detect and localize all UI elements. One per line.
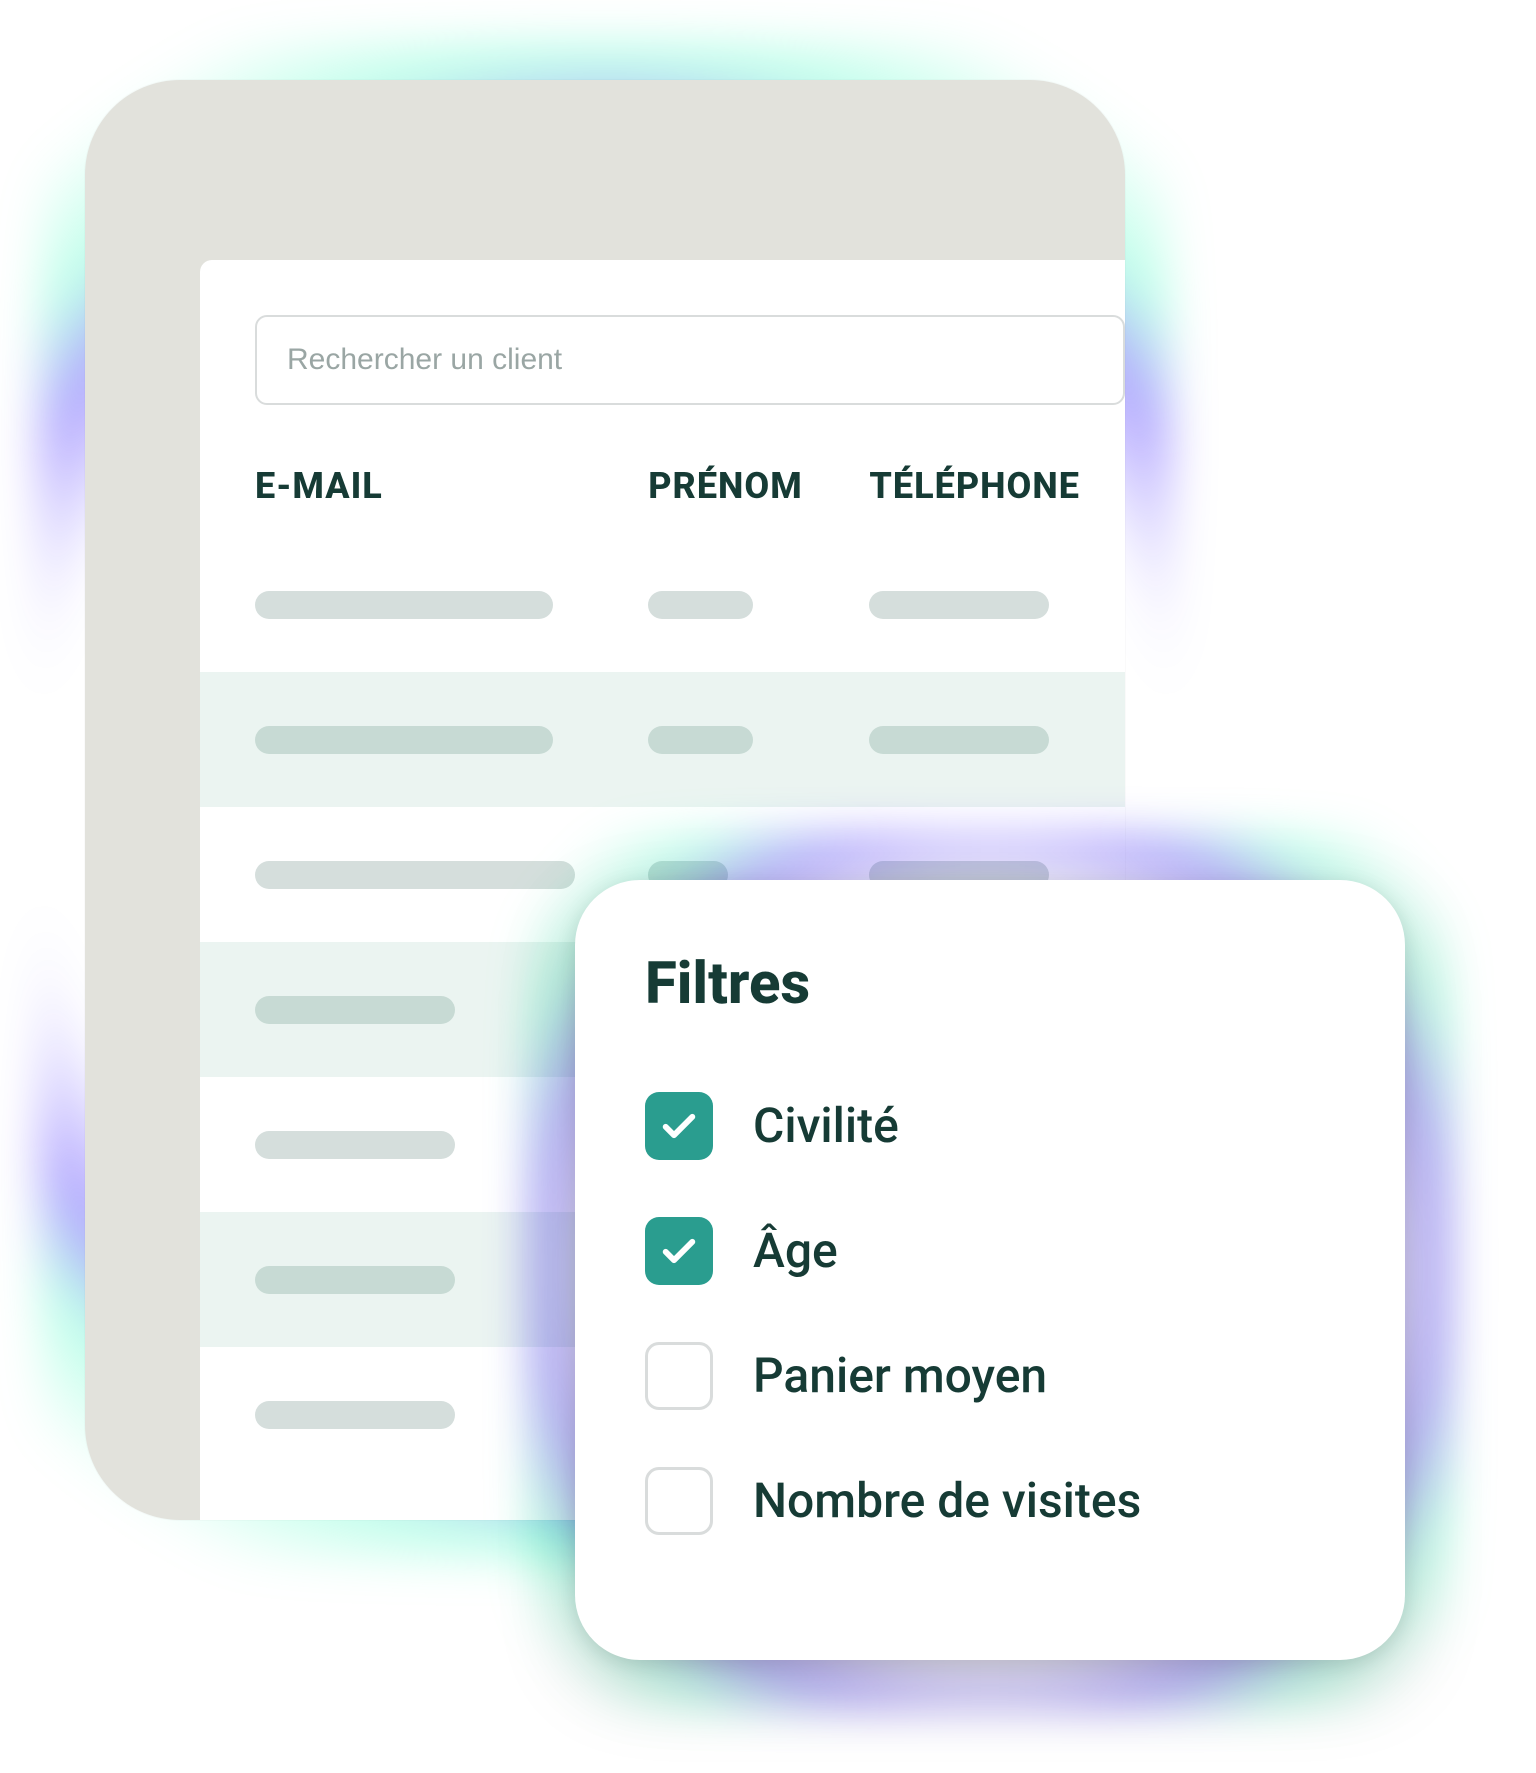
skeleton-cell <box>648 591 753 619</box>
column-header-email: E-MAIL <box>255 465 648 507</box>
filter-label: Nombre de visites <box>753 1472 1141 1529</box>
filters-title: Filtres <box>645 950 1335 1018</box>
filters-card: Filtres Civilité Âge Panier moyen Nombre… <box>575 880 1405 1660</box>
skeleton-cell <box>255 1401 455 1429</box>
check-icon <box>659 1231 699 1271</box>
skeleton-cell <box>869 726 1049 754</box>
checkbox-unchecked[interactable] <box>645 1467 713 1535</box>
checkbox-checked[interactable] <box>645 1217 713 1285</box>
table-header-row: E-MAIL PRÉNOM TÉLÉPHONE <box>200 465 1125 507</box>
filter-option-civilite[interactable]: Civilité <box>645 1063 1335 1188</box>
skeleton-cell <box>255 591 553 619</box>
filter-label: Âge <box>753 1222 838 1279</box>
skeleton-cell <box>255 1131 455 1159</box>
search-input[interactable] <box>255 315 1125 405</box>
column-header-telephone: TÉLÉPHONE <box>869 465 1125 507</box>
filter-option-age[interactable]: Âge <box>645 1188 1335 1313</box>
skeleton-cell <box>255 726 553 754</box>
filter-option-nombre-visites[interactable]: Nombre de visites <box>645 1438 1335 1563</box>
table-row[interactable] <box>200 537 1125 672</box>
skeleton-cell <box>869 591 1049 619</box>
skeleton-cell <box>255 996 455 1024</box>
column-header-prenom: PRÉNOM <box>648 465 869 507</box>
table-row[interactable] <box>200 672 1125 807</box>
checkbox-unchecked[interactable] <box>645 1342 713 1410</box>
skeleton-cell <box>648 726 753 754</box>
filter-label: Panier moyen <box>753 1347 1047 1404</box>
skeleton-cell <box>255 1266 455 1294</box>
checkbox-checked[interactable] <box>645 1092 713 1160</box>
search-container <box>200 315 1125 405</box>
filter-label: Civilité <box>753 1097 899 1154</box>
skeleton-cell <box>255 861 575 889</box>
check-icon <box>659 1106 699 1146</box>
filter-option-panier-moyen[interactable]: Panier moyen <box>645 1313 1335 1438</box>
